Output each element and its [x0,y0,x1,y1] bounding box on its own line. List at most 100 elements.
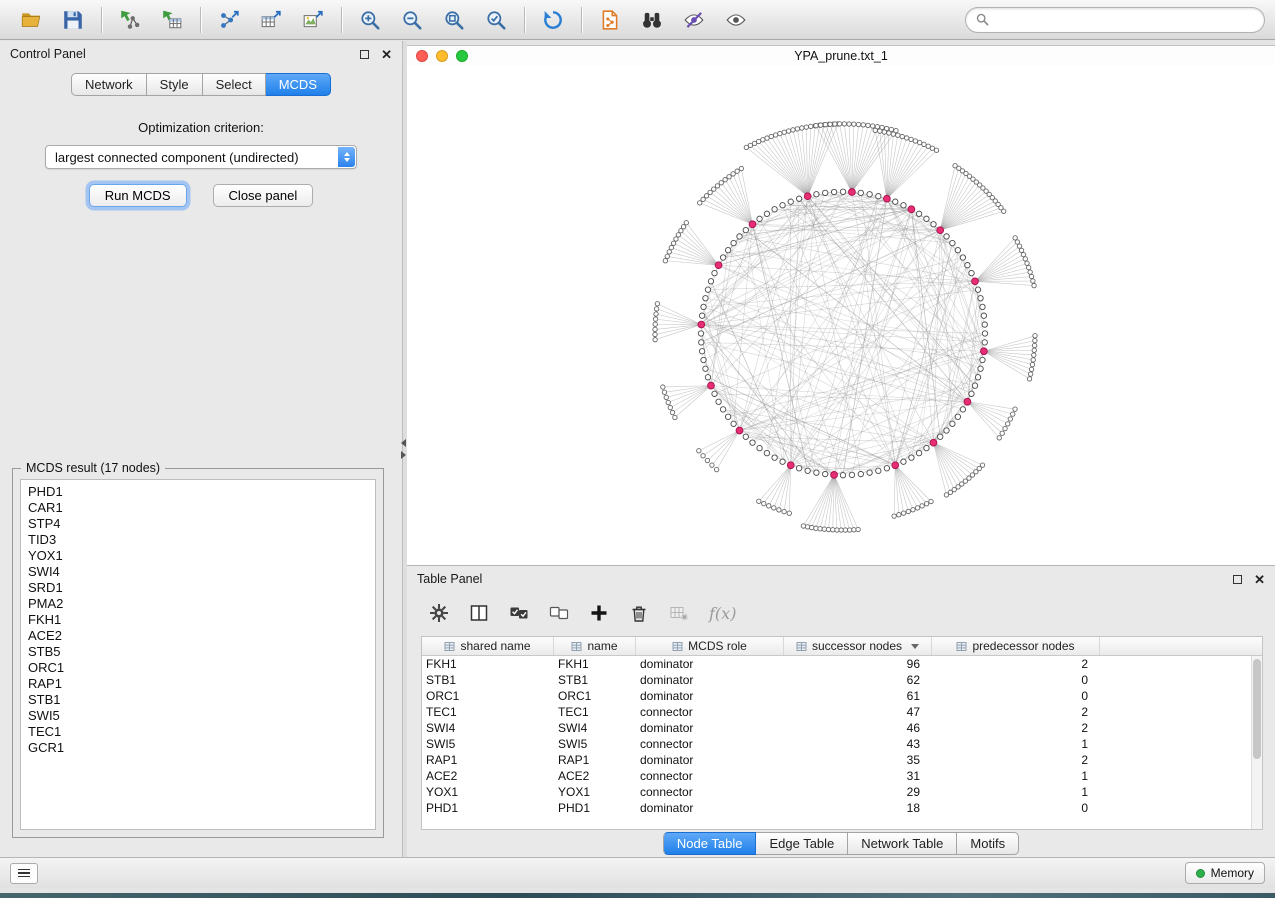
table-row[interactable]: ACE2ACE2connector311 [422,768,1251,784]
search-input[interactable] [995,12,1254,27]
table-tab-edge-table[interactable]: Edge Table [756,832,848,855]
table-row[interactable]: FKH1FKH1dominator962 [422,656,1251,672]
table-settings-button[interactable] [429,603,449,623]
tab-select[interactable]: Select [203,73,266,96]
open-session-button[interactable] [10,4,52,36]
table-cell: connector [636,785,784,799]
close-panel-button[interactable]: Close panel [213,184,314,207]
window-maximize-icon[interactable] [456,50,468,62]
export-network-button[interactable] [208,4,250,36]
table-row[interactable]: STB1STB1dominator620 [422,672,1251,688]
hide-graphics-button[interactable] [673,4,715,36]
save-session-button[interactable] [52,4,94,36]
zoom-selected-button[interactable] [475,4,517,36]
delete-column-button[interactable] [629,603,649,623]
control-panel: Control Panel ✕ NetworkStyleSelectMCDS O… [0,41,403,862]
tab-network[interactable]: Network [71,73,147,96]
table-header-row: shared name name MCDS role successor nodes p… [422,637,1262,656]
table-cell: 35 [784,753,932,767]
run-mcds-button[interactable]: Run MCDS [89,184,187,207]
export-table-button[interactable] [250,4,292,36]
table-row[interactable]: TEC1TEC1connector472 [422,704,1251,720]
table-row[interactable]: SWI4SWI4dominator462 [422,720,1251,736]
result-node[interactable]: YOX1 [21,548,375,564]
mcds-result-list[interactable]: PHD1CAR1STP4TID3YOX1SWI4SRD1PMA2FKH1ACE2… [20,479,376,830]
result-node[interactable]: STP4 [21,516,375,532]
result-node[interactable]: CAR1 [21,500,375,516]
result-node[interactable]: ACE2 [21,628,375,644]
criterion-dropdown[interactable]: largest connected component (undirected) [45,145,357,169]
column-header-shared-name[interactable]: shared name [422,637,554,655]
node-table: shared name name MCDS role successor nodes p… [421,636,1263,830]
result-node[interactable]: STB1 [21,692,375,708]
column-header-successor-nodes[interactable]: successor nodes [784,637,932,655]
annotation-button[interactable] [589,4,631,36]
result-node[interactable]: FKH1 [21,612,375,628]
window-minimize-icon[interactable] [436,50,448,62]
scrollbar-thumb[interactable] [1253,659,1261,759]
deselect-all-button[interactable] [549,603,569,623]
import-table-button[interactable] [151,4,193,36]
select-all-button[interactable] [509,603,529,623]
result-node[interactable]: TID3 [21,532,375,548]
memory-button[interactable]: Memory [1185,862,1265,884]
panel-menu-button[interactable] [10,863,38,884]
result-node[interactable]: PHD1 [21,484,375,500]
table-row[interactable]: SWI5SWI5connector431 [422,736,1251,752]
table-cell: SWI5 [554,737,636,751]
zoom-fit-button[interactable] [433,4,475,36]
import-network-button[interactable] [109,4,151,36]
table-scrollbar[interactable] [1251,656,1262,829]
network-graph[interactable] [407,66,1275,565]
network-titlebar[interactable]: YPA_prune.txt_1 [407,46,1275,66]
network-canvas[interactable] [407,66,1275,565]
gear-icon [429,603,449,623]
zoom-out-button[interactable] [391,4,433,36]
result-node[interactable]: ORC1 [21,660,375,676]
table-row[interactable]: PHD1PHD1dominator180 [422,800,1251,816]
zoom-in-button[interactable] [349,4,391,36]
result-node[interactable]: TEC1 [21,724,375,740]
function-builder-button[interactable]: f(x) [709,604,736,623]
table-tab-motifs[interactable]: Motifs [957,832,1019,855]
apply-layout-button[interactable] [532,4,574,36]
search-field[interactable] [965,7,1265,33]
table-row[interactable]: YOX1YOX1connector291 [422,784,1251,800]
window-close-icon[interactable] [416,50,428,62]
show-graphics-button[interactable] [715,4,757,36]
table-tab-node-table[interactable]: Node Table [663,832,757,855]
mcds-result-title: MCDS result (17 nodes) [21,461,165,475]
show-columns-button[interactable] [469,603,489,623]
result-node[interactable]: GCR1 [21,740,375,756]
zoom-in-icon [359,9,381,31]
column-header-MCDS-role[interactable]: MCDS role [636,637,784,655]
export-image-button[interactable] [292,4,334,36]
float-panel-icon[interactable] [360,50,369,59]
add-column-button[interactable] [589,603,609,623]
tab-mcds[interactable]: MCDS [266,73,331,96]
result-node[interactable]: SRD1 [21,580,375,596]
table-cell: 2 [932,657,1100,671]
column-label: successor nodes [812,639,902,653]
result-node[interactable]: STB5 [21,644,375,660]
table-cell: RAP1 [422,753,554,767]
table-cell: 31 [784,769,932,783]
table-row[interactable]: ORC1ORC1dominator610 [422,688,1251,704]
find-button[interactable] [631,4,673,36]
result-node[interactable]: RAP1 [21,676,375,692]
column-header-name[interactable]: name [554,637,636,655]
column-header-predecessor-nodes[interactable]: predecessor nodes [932,637,1100,655]
result-node[interactable]: SWI5 [21,708,375,724]
close-table-panel-icon[interactable]: ✕ [1254,573,1265,586]
column-label: name [587,639,617,653]
table-row[interactable]: RAP1RAP1dominator352 [422,752,1251,768]
result-node[interactable]: SWI4 [21,564,375,580]
tab-style[interactable]: Style [147,73,203,96]
delete-table-button-disabled[interactable] [669,603,689,623]
table-tab-network-table[interactable]: Network Table [848,832,957,855]
refresh-icon [542,9,564,31]
float-table-panel-icon[interactable] [1233,575,1242,584]
close-panel-icon[interactable]: ✕ [381,48,392,61]
result-node[interactable]: PMA2 [21,596,375,612]
column-header-icon [796,641,807,652]
